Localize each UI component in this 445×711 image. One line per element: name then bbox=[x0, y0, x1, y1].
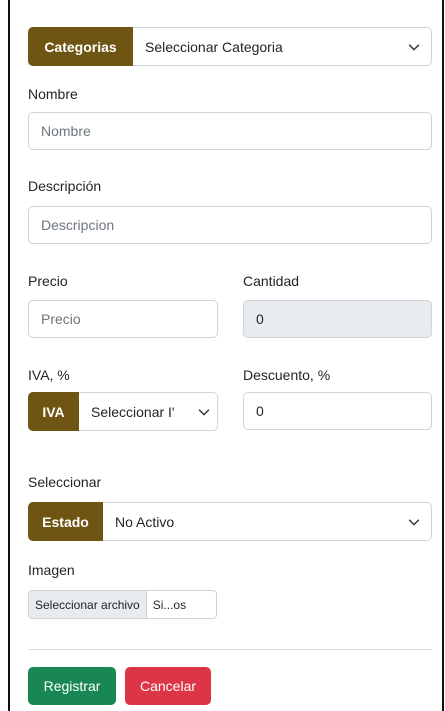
register-button[interactable]: Registrar bbox=[28, 667, 116, 705]
imagen-label: Imagen bbox=[28, 562, 75, 578]
cantidad-input: 0 bbox=[243, 300, 432, 338]
iva-select-value: Seleccionar I' bbox=[91, 403, 175, 420]
categoria-addon-label: Categorias bbox=[44, 38, 117, 55]
precio-input[interactable]: Precio bbox=[28, 300, 218, 338]
estado-select[interactable]: No Activo bbox=[103, 502, 432, 541]
precio-placeholder: Precio bbox=[41, 311, 81, 327]
right-border bbox=[442, 0, 444, 711]
estado-addon-label: Estado bbox=[42, 513, 89, 530]
nombre-label: Nombre bbox=[28, 86, 78, 102]
estado-select-value: No Activo bbox=[115, 513, 175, 530]
iva-addon-label: IVA bbox=[42, 403, 65, 420]
categoria-select-value: Seleccionar Categoria bbox=[145, 38, 283, 55]
cancel-button-label: Cancelar bbox=[139, 678, 197, 694]
estado-addon: Estado bbox=[28, 502, 103, 541]
cancel-button[interactable]: Cancelar bbox=[125, 667, 211, 705]
descuento-input[interactable]: 0 bbox=[243, 392, 432, 430]
descripcion-placeholder: Descripcion bbox=[41, 217, 115, 233]
file-choose-button[interactable]: Seleccionar archivo bbox=[29, 591, 147, 618]
descripcion-label: Descripción bbox=[28, 178, 102, 194]
file-name: Si...os bbox=[147, 591, 192, 618]
chevron-down-icon bbox=[408, 518, 420, 525]
imagen-file-input[interactable]: Seleccionar archivo Si...os bbox=[28, 590, 217, 619]
descuento-value: 0 bbox=[256, 403, 264, 419]
divider bbox=[28, 649, 432, 650]
nombre-placeholder: Nombre bbox=[41, 123, 91, 139]
iva-select[interactable]: Seleccionar I' bbox=[79, 392, 218, 431]
cantidad-label: Cantidad bbox=[243, 273, 300, 289]
register-button-label: Registrar bbox=[43, 678, 101, 694]
chevron-down-icon bbox=[198, 408, 210, 415]
iva-label: IVA, % bbox=[28, 367, 70, 383]
iva-addon: IVA bbox=[28, 392, 79, 431]
categoria-addon: Categorias bbox=[28, 27, 133, 66]
chevron-down-icon bbox=[408, 43, 420, 50]
descuento-label: Descuento, % bbox=[243, 367, 331, 383]
categoria-select[interactable]: Seleccionar Categoria bbox=[133, 27, 432, 66]
nombre-input[interactable]: Nombre bbox=[28, 112, 432, 150]
left-border bbox=[8, 0, 10, 711]
precio-label: Precio bbox=[28, 273, 68, 289]
file-name-text: Si...os bbox=[152, 597, 187, 612]
estado-label: Seleccionar bbox=[28, 474, 102, 490]
file-choose-label: Seleccionar archivo bbox=[35, 597, 140, 612]
cantidad-value: 0 bbox=[256, 311, 264, 327]
descripcion-input[interactable]: Descripcion bbox=[28, 206, 432, 244]
